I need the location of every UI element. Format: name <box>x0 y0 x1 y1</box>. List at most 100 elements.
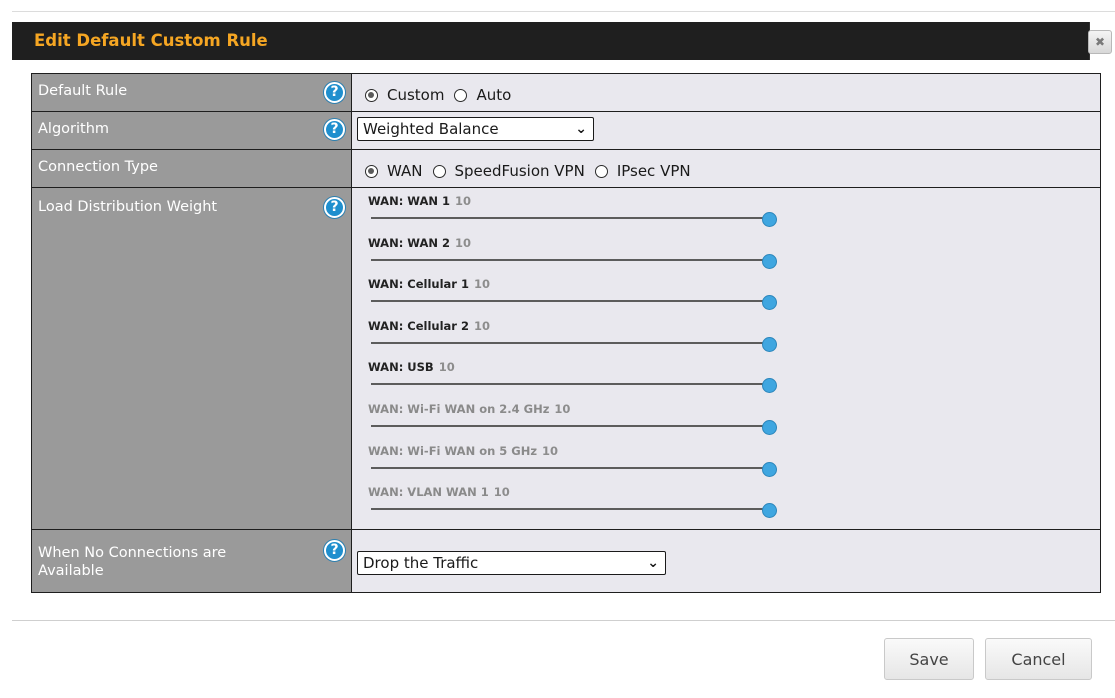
weight-slider-item: WAN: WAN 1 10 <box>368 194 788 236</box>
value-cell: Drop the Traffic ⌄ <box>351 529 1101 593</box>
weight-slider-item: WAN: USB 10 <box>368 360 788 402</box>
weight-label: WAN: Wi-Fi WAN on 5 GHz 10 <box>368 444 558 458</box>
ipsec-vpn-radio[interactable] <box>594 164 608 178</box>
weight-name: WAN: Cellular 1 <box>368 277 469 292</box>
slider-track[interactable] <box>371 217 767 219</box>
algorithm-select-value: Weighted Balance <box>363 120 499 138</box>
weight-slider-item: WAN: Cellular 1 10 <box>368 277 788 319</box>
speedfusion-vpn-radio-label[interactable]: SpeedFusion VPN <box>455 162 585 180</box>
weight-label: WAN: WAN 1 10 <box>368 194 471 208</box>
slider-track[interactable] <box>371 424 767 427</box>
dialog-title: Edit Default Custom Rule <box>34 31 268 50</box>
weight-value: 10 <box>455 235 472 250</box>
wan-radio-label[interactable]: WAN <box>387 162 423 180</box>
ipsec-vpn-radio-label[interactable]: IPsec VPN <box>617 162 691 180</box>
row-no-connections: When No Connections are Available ? Drop… <box>31 529 1101 593</box>
no-connections-label-line1: When No Connections are <box>38 545 227 561</box>
help-icon[interactable]: ? <box>324 540 345 561</box>
weight-name: WAN: WAN 1 <box>368 194 450 208</box>
weight-label: WAN: Cellular 2 10 <box>368 319 490 333</box>
weight-label: WAN: Wi-Fi WAN on 2.4 GHz 10 <box>368 402 570 416</box>
label-cell: Default Rule ? <box>31 73 352 112</box>
row-default-rule: Default Rule ? Custom Auto <box>31 73 1101 112</box>
weight-slider-item: WAN: VLAN WAN 1 10 <box>368 485 788 527</box>
no-connections-select-value: Drop the Traffic <box>363 554 479 572</box>
weight-slider-item: WAN: WAN 2 10 <box>368 236 788 278</box>
dialog-header: Edit Default Custom Rule <box>12 22 1090 60</box>
load-distribution-label: Load Distribution Weight <box>38 199 218 215</box>
weight-name: WAN: USB <box>368 360 434 375</box>
value-cell: Weighted Balance ⌄ <box>351 111 1101 150</box>
no-connections-label-line2: Available <box>38 563 104 579</box>
label-cell: Connection Type <box>31 149 352 188</box>
row-algorithm: Algorithm ? Weighted Balance ⌄ <box>31 111 1101 150</box>
slider-thumb[interactable] <box>762 336 777 352</box>
algorithm-select[interactable]: Weighted Balance ⌄ <box>357 117 594 141</box>
slider-thumb[interactable] <box>762 295 777 311</box>
help-icon[interactable]: ? <box>324 197 345 218</box>
custom-radio[interactable] <box>365 88 378 102</box>
slider-thumb[interactable] <box>762 419 777 435</box>
weight-slider-item: WAN: Wi-Fi WAN on 5 GHz 10 <box>368 444 788 486</box>
weight-slider-item: WAN: Cellular 2 10 <box>368 319 788 361</box>
value-cell: WAN: WAN 1 10 WAN: WAN 2 10 WAN: Cellular 1 1… <box>351 187 1101 530</box>
footer-divider <box>12 620 1115 621</box>
slider-thumb[interactable] <box>762 253 777 269</box>
label-cell: Algorithm ? <box>31 111 352 150</box>
algorithm-label: Algorithm <box>38 121 110 137</box>
save-button-label: Save <box>909 649 949 669</box>
auto-radio-label[interactable]: Auto <box>476 86 511 104</box>
cancel-button[interactable]: Cancel <box>985 638 1092 680</box>
close-icon: ✖ <box>1094 35 1106 49</box>
weight-value: 10 <box>455 194 472 208</box>
wan-radio[interactable] <box>365 164 378 178</box>
auto-radio[interactable] <box>454 88 468 102</box>
label-cell: When No Connections are Available ? <box>31 529 352 593</box>
no-connections-select[interactable]: Drop the Traffic ⌄ <box>357 551 666 575</box>
slider-thumb[interactable] <box>762 212 777 227</box>
speedfusion-vpn-radio[interactable] <box>432 164 446 178</box>
rule-form: Default Rule ? Custom Auto Algorithm ? W… <box>31 73 1101 593</box>
slider-track[interactable] <box>371 341 767 344</box>
weight-label: WAN: WAN 2 10 <box>368 236 471 250</box>
weight-value: 10 <box>493 485 510 500</box>
close-button[interactable]: ✖ <box>1088 30 1112 54</box>
row-load-distribution: Load Distribution Weight ? WAN: WAN 1 10 W… <box>31 187 1101 530</box>
top-divider <box>12 11 1115 12</box>
weight-value: 10 <box>542 443 559 458</box>
slider-thumb[interactable] <box>762 461 777 477</box>
slider-track[interactable] <box>371 383 767 386</box>
custom-radio-label[interactable]: Custom <box>387 86 444 104</box>
slider-track[interactable] <box>371 466 767 469</box>
chevron-down-icon: ⌄ <box>575 121 587 137</box>
slider-track[interactable] <box>371 300 767 303</box>
slider-track[interactable] <box>371 258 767 261</box>
weight-label: WAN: Cellular 1 10 <box>368 277 490 291</box>
connection-type-label: Connection Type <box>38 159 158 175</box>
weight-slider-list: WAN: WAN 1 10 WAN: WAN 2 10 WAN: Cellular 1 1… <box>368 194 788 527</box>
default-rule-label: Default Rule <box>38 83 128 99</box>
weight-slider-item: WAN: Wi-Fi WAN on 2.4 GHz 10 <box>368 402 788 444</box>
cancel-button-label: Cancel <box>1011 649 1066 669</box>
label-cell: Load Distribution Weight ? <box>31 187 352 530</box>
help-icon[interactable]: ? <box>324 82 345 103</box>
save-button[interactable]: Save <box>884 638 974 680</box>
weight-name: WAN: Wi-Fi WAN on 5 GHz <box>368 443 538 458</box>
weight-value: 10 <box>554 401 571 416</box>
weight-name: WAN: Wi-Fi WAN on 2.4 GHz <box>368 401 550 416</box>
value-cell: WAN SpeedFusion VPN IPsec VPN <box>351 149 1101 188</box>
weight-value: 10 <box>473 318 490 333</box>
chevron-down-icon: ⌄ <box>647 555 659 571</box>
row-connection-type: Connection Type WAN SpeedFusion VPN IPse… <box>31 149 1101 188</box>
help-icon[interactable]: ? <box>324 119 345 140</box>
weight-name: WAN: WAN 2 <box>368 235 450 250</box>
no-connections-label: When No Connections are Available <box>38 544 226 580</box>
weight-value: 10 <box>473 277 490 292</box>
slider-thumb[interactable] <box>762 378 777 394</box>
weight-label: WAN: USB 10 <box>368 360 455 374</box>
weight-label: WAN: VLAN WAN 1 10 <box>368 485 510 499</box>
slider-track[interactable] <box>371 508 767 511</box>
value-cell: Custom Auto <box>351 73 1101 112</box>
slider-thumb[interactable] <box>762 503 777 519</box>
weight-name: WAN: VLAN WAN 1 <box>368 485 489 500</box>
